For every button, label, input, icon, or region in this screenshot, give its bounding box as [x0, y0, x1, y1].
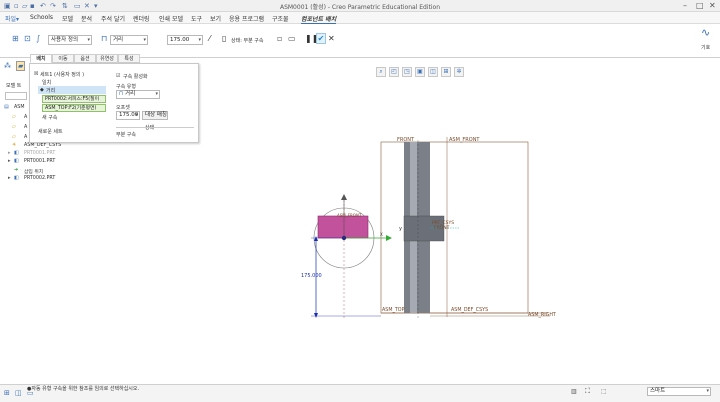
select-icon[interactable]: ⬚	[601, 388, 607, 395]
graphics-area[interactable]: FRONT ASM_FRONT PRT_CSYS FRONT ASM_FRONT…	[0, 0, 720, 402]
asm-datum-plane-frame	[380, 141, 529, 314]
regen-status-icon: ▥	[571, 388, 577, 395]
label-front-top: FRONT	[397, 137, 415, 143]
label-axis-y: y	[399, 226, 402, 232]
status-message: ●자동 유형 구속을 위한 참조를 임의로 선택하십시오.	[27, 386, 140, 392]
status-bar: ⊞ ◫ ▭ ●자동 유형 구속을 위한 참조를 임의로 선택하십시오. ▥ ⛶ …	[0, 384, 720, 402]
navigator-icon[interactable]: ⊞	[4, 389, 10, 397]
label-front-mid: FRONT	[434, 225, 450, 231]
label-asm-right: ASM_RIGHT	[528, 312, 556, 318]
y-arrow-head	[341, 194, 347, 200]
placed-component	[317, 215, 369, 239]
dimension-arrow-top	[314, 236, 318, 241]
find-icon[interactable]: ⛶	[585, 387, 590, 396]
label-asm-def-csys: ASM_DEF_CSYS	[451, 307, 488, 313]
label-axis-x: X	[380, 232, 383, 237]
browser-icon[interactable]: ◫	[15, 389, 22, 397]
selection-filter-dropdown[interactable]: 스마트 ▾	[647, 387, 711, 396]
x-arrow-head	[386, 235, 392, 241]
label-small-front: ASM_FRONT	[337, 213, 362, 218]
dimension-value: 175.000	[301, 273, 322, 279]
label-asm-top: ASM_TOP	[382, 307, 405, 313]
label-asm-front: ASM_FRONT	[449, 137, 480, 143]
dimension-arrow-bottom	[314, 313, 318, 318]
